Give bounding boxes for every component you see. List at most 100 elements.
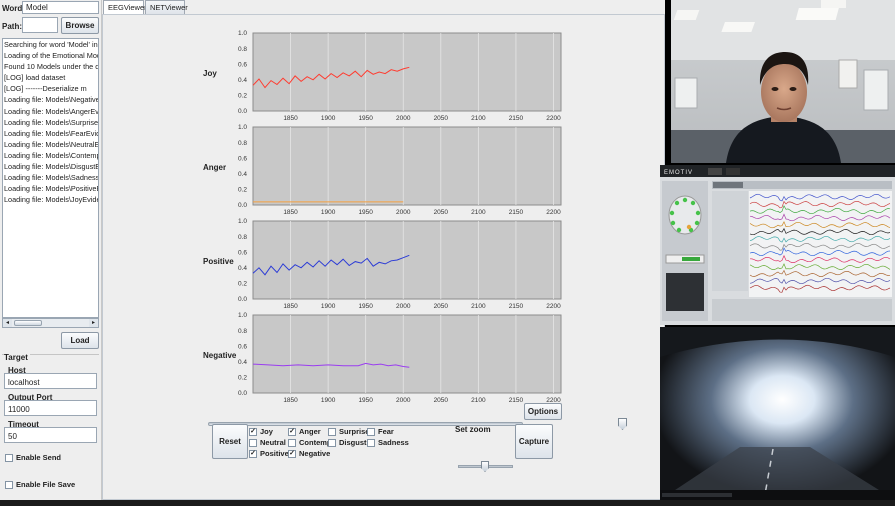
scroll-left-icon[interactable]: ◂ xyxy=(3,319,12,327)
log-line: Loading file: Models\JoyEvidence_F xyxy=(4,195,99,205)
capture-button[interactable]: Capture xyxy=(515,424,553,459)
log-line: Loading file: Models\AngerEvidence xyxy=(4,106,99,116)
enable-file-save-label: Enable File Save xyxy=(16,480,76,489)
emotion-checkbox-fear[interactable]: Fear xyxy=(367,427,394,436)
emotiv-screenshot: EMOTIV xyxy=(660,165,895,325)
y-tick-label: 0.2 xyxy=(238,93,247,100)
word-input[interactable]: Model xyxy=(22,1,99,14)
reset-button[interactable]: Reset xyxy=(212,424,248,459)
enable-send-label: Enable Send xyxy=(16,453,62,462)
emotiv-brand: EMOTIV xyxy=(664,170,693,176)
log-line: [LOG] load dataset xyxy=(4,73,66,83)
checkbox-icon[interactable] xyxy=(328,438,336,447)
y-tick-label: 0.0 xyxy=(238,108,247,115)
timeline-slider-thumb[interactable] xyxy=(618,418,627,430)
checkbox-icon[interactable] xyxy=(367,427,375,436)
chart-positive: 1850 1900 1950 2000 2050 2100 2150 22000.00.20.… xyxy=(238,218,562,309)
checkbox-icon[interactable] xyxy=(5,453,13,462)
emotion-checkbox-positive[interactable]: ✓ Positive xyxy=(249,449,289,458)
checkbox-icon[interactable] xyxy=(249,438,257,447)
emotion-label: Neutral xyxy=(260,438,286,447)
x-tick-label: 2050 xyxy=(434,397,449,403)
plot-area xyxy=(252,126,562,206)
scrollbar-thumb[interactable] xyxy=(14,320,42,326)
host-input[interactable]: localhost xyxy=(4,373,97,389)
scroll-right-icon[interactable]: ▸ xyxy=(89,319,98,327)
target-section-label: Target xyxy=(4,353,30,362)
left-panel: Word: Model Path: Browse Searching for w… xyxy=(0,0,102,500)
log-line: Loading file: Models\NeutralEvidenc xyxy=(4,139,99,149)
y-tick-label: 0.8 xyxy=(238,140,247,147)
emotion-checkbox-negative[interactable]: ✓ Negative xyxy=(288,449,330,458)
emotion-label: Fear xyxy=(378,427,394,436)
tab-netviewer[interactable]: NETViewer xyxy=(145,0,188,14)
y-tick-label: 0.2 xyxy=(238,281,247,288)
emotion-checkbox-disgust[interactable]: Disgust xyxy=(328,438,367,447)
y-tick-label: 0.8 xyxy=(238,234,247,241)
checkmark-icon[interactable]: ✓ xyxy=(288,427,296,436)
log-line: Found 10 Models under the director xyxy=(4,62,99,72)
chart-anger: 1850 1900 1950 2000 2050 2100 2150 22000.00.20.… xyxy=(238,124,562,215)
load-button[interactable]: Load xyxy=(61,332,99,349)
y-tick-label: 1.0 xyxy=(238,30,247,37)
emotion-label: Surprise xyxy=(339,427,370,436)
checkmark-icon[interactable]: ✓ xyxy=(249,427,257,436)
y-tick-label: 0.0 xyxy=(238,202,247,209)
log-line: Loading file: Models\NegativeEvider xyxy=(4,95,99,105)
timeout-input[interactable]: 50 xyxy=(4,427,97,443)
log-output[interactable]: Searching for word 'Model' in text file L… xyxy=(2,38,99,318)
log-line: Loading file: Models\DisgustEviden xyxy=(4,162,99,172)
emotion-label: Positive xyxy=(260,449,289,458)
emotion-checkbox-joy[interactable]: ✓ Joy xyxy=(249,427,273,436)
webcam-view xyxy=(671,0,895,163)
x-tick-label: 2150 xyxy=(509,397,524,403)
stimulus-video-view xyxy=(660,327,895,500)
emotion-label: Disgust xyxy=(339,438,367,447)
plot-area xyxy=(252,220,562,300)
output-port-input[interactable]: 11000 xyxy=(4,400,97,416)
emotion-checkbox-surprise[interactable]: Surprise xyxy=(328,427,369,436)
chart-joy: 1850 1900 1950 2000 2050 2100 2150 22000.00.20.… xyxy=(238,30,562,121)
checkbox-icon[interactable] xyxy=(288,438,296,447)
enable-send-checkbox[interactable]: Enable Send xyxy=(5,453,61,462)
checkmark-icon[interactable]: ✓ xyxy=(249,449,257,458)
emotion-checkbox-neutral[interactable]: Neutral xyxy=(249,438,286,447)
path-input[interactable] xyxy=(22,17,58,33)
x-tick-label: 1850 xyxy=(283,397,298,403)
tab-eegviewer[interactable]: EEGViewer xyxy=(103,0,147,14)
y-tick-label: 0.4 xyxy=(238,171,247,178)
log-horizontal-scrollbar[interactable]: ◂ ▸ xyxy=(2,318,99,328)
checkbox-icon[interactable] xyxy=(367,438,375,447)
x-tick-label: 1950 xyxy=(358,397,373,403)
emotiv-control-panel-view: EMOTIV xyxy=(660,165,895,325)
y-tick-label: 0.2 xyxy=(238,187,247,194)
emotion-label: Sadness xyxy=(378,438,409,447)
emotion-label: Joy xyxy=(260,427,273,436)
x-tick-label: 2100 xyxy=(471,397,486,403)
emotion-checkbox-anger[interactable]: ✓ Anger xyxy=(288,427,321,436)
checkbox-icon[interactable] xyxy=(5,480,13,489)
zoom-slider-thumb[interactable] xyxy=(481,461,489,472)
options-button[interactable]: Options xyxy=(524,403,562,420)
emotion-label: Anger xyxy=(299,427,321,436)
x-tick-label: 2000 xyxy=(396,397,411,403)
y-tick-label: 0.4 xyxy=(238,265,247,272)
plot-area xyxy=(252,314,562,394)
tunnel-video-frame xyxy=(660,327,895,500)
checkbox-icon[interactable] xyxy=(328,427,336,436)
log-line: Loading file: Models\PositiveEviden xyxy=(4,184,98,194)
y-tick-label: 0.8 xyxy=(238,46,247,53)
browse-button[interactable]: Browse xyxy=(61,17,99,34)
checkmark-icon[interactable]: ✓ xyxy=(288,449,296,458)
log-line: Searching for word 'Model' in text file xyxy=(4,40,98,49)
set-zoom-label: Set zoom xyxy=(455,425,491,434)
y-tick-label: 0.4 xyxy=(238,77,247,84)
taskbar-strip xyxy=(0,500,895,506)
y-tick-label: 0.4 xyxy=(238,359,247,366)
y-tick-label: 0.0 xyxy=(238,390,247,397)
webcam-image xyxy=(671,0,895,163)
path-label: Path: xyxy=(2,22,22,31)
log-line: Loading of the Emotional Models s xyxy=(4,51,98,61)
emotion-checkbox-sadness[interactable]: Sadness xyxy=(367,438,409,447)
enable-file-save-checkbox[interactable]: Enable File Save xyxy=(5,480,75,489)
